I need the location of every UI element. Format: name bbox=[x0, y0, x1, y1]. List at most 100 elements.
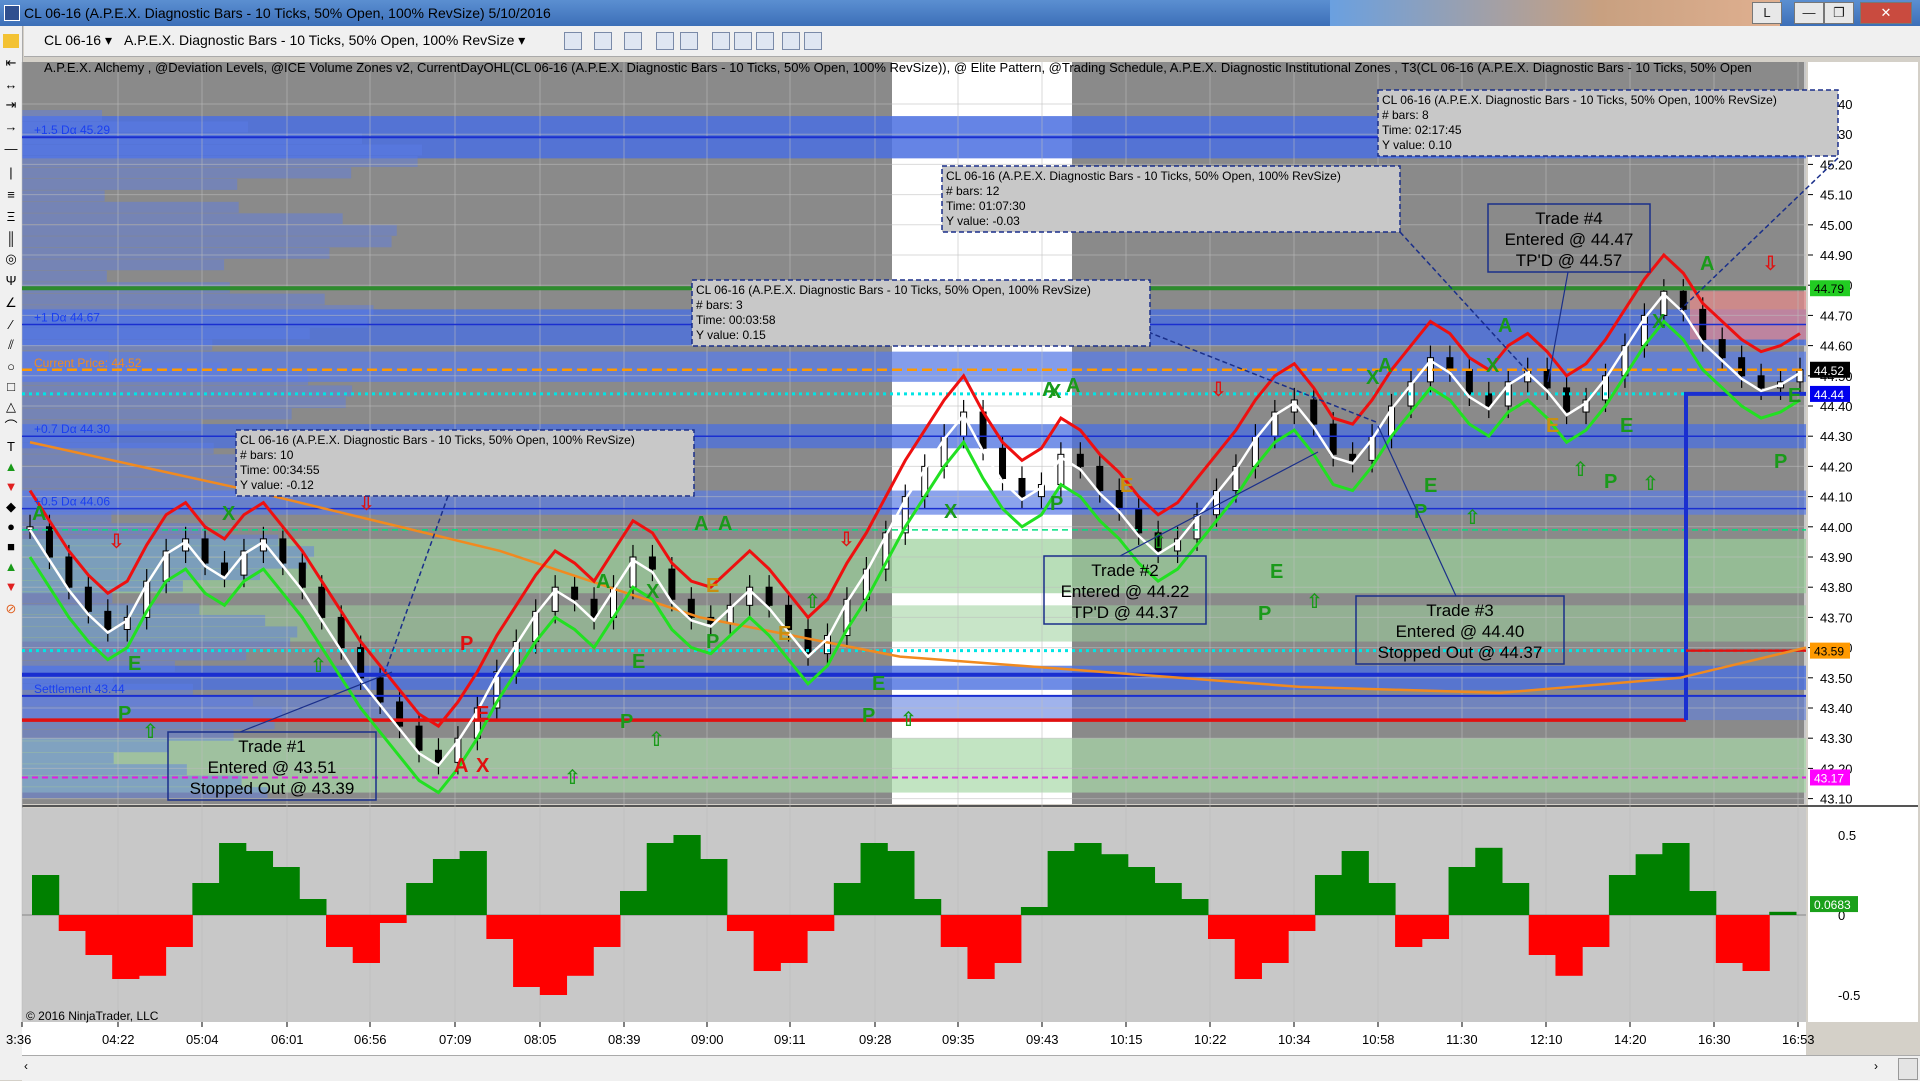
signal-letter[interactable]: X bbox=[1486, 355, 1500, 377]
oscillator-bar[interactable] bbox=[58, 915, 86, 931]
signal-letter[interactable]: E bbox=[778, 623, 791, 645]
price-bar-body[interactable] bbox=[104, 610, 112, 630]
price-bar-body[interactable] bbox=[1563, 387, 1571, 413]
oscillator-bar[interactable] bbox=[593, 915, 621, 947]
oscillator-bar[interactable] bbox=[1608, 875, 1637, 915]
signal-letter[interactable]: P bbox=[862, 705, 875, 727]
price-bar-body[interactable] bbox=[1757, 375, 1765, 389]
price-bar-body[interactable] bbox=[1465, 369, 1473, 395]
oscillator-bar[interactable] bbox=[940, 915, 968, 947]
price-bar-body[interactable] bbox=[396, 701, 404, 727]
oscillator-bar[interactable] bbox=[1020, 907, 1049, 915]
signal-letter[interactable]: E bbox=[1424, 475, 1437, 497]
oscillator-bar[interactable] bbox=[352, 915, 380, 963]
signal-letter[interactable]: P bbox=[1774, 451, 1787, 473]
oscillator-bar[interactable] bbox=[1074, 843, 1102, 915]
signal-letter[interactable]: P bbox=[118, 703, 131, 725]
oscillator-bar[interactable] bbox=[1582, 915, 1610, 947]
price-bar-body[interactable] bbox=[318, 586, 326, 618]
signal-letter[interactable]: E bbox=[1120, 475, 1133, 497]
oscillator-bar[interactable] bbox=[673, 835, 701, 915]
price-bar-body[interactable] bbox=[571, 586, 579, 600]
oscillator-bar[interactable] bbox=[1635, 854, 1663, 915]
price-bar-body[interactable] bbox=[999, 447, 1007, 479]
signal-letter[interactable]: P bbox=[1604, 471, 1617, 493]
oscillator-bar[interactable] bbox=[192, 883, 220, 915]
oscillator-bar[interactable] bbox=[406, 883, 434, 915]
oscillator-bar[interactable] bbox=[620, 891, 648, 915]
oscillator-bar[interactable] bbox=[700, 859, 728, 915]
oscillator-bar[interactable] bbox=[245, 851, 274, 915]
signal-letter[interactable]: A bbox=[1378, 355, 1392, 377]
price-bar-body[interactable] bbox=[1076, 453, 1084, 467]
oscillator-bar[interactable] bbox=[1341, 851, 1369, 915]
oscillator-bar[interactable] bbox=[860, 843, 888, 915]
oscillator-bar[interactable] bbox=[326, 915, 354, 947]
oscillator-bar[interactable] bbox=[807, 915, 835, 931]
price-bar-body[interactable] bbox=[648, 556, 656, 570]
price-bar-body[interactable] bbox=[415, 725, 423, 751]
oscillator-bar[interactable] bbox=[1395, 915, 1423, 947]
price-bar-body[interactable] bbox=[298, 562, 306, 588]
chart-canvas[interactable]: A XEPA XEPA XEPA AEEPA AXXEPPEEPAXEPAXE EPAXEP… bbox=[0, 0, 1920, 1080]
signal-letter[interactable]: A bbox=[1700, 253, 1714, 275]
oscillator-bar[interactable] bbox=[486, 915, 514, 939]
signal-letter[interactable]: X bbox=[476, 755, 490, 777]
price-bar-body[interactable] bbox=[1679, 290, 1687, 310]
signal-letter[interactable]: E bbox=[632, 651, 645, 673]
oscillator-bar[interactable] bbox=[165, 915, 193, 947]
scroll-right-icon[interactable]: › bbox=[1874, 1059, 1890, 1077]
signal-letter[interactable]: X bbox=[944, 501, 958, 523]
oscillator-bar[interactable] bbox=[967, 915, 995, 979]
price-bar-body[interactable] bbox=[1446, 357, 1454, 371]
price-bar-body[interactable] bbox=[45, 526, 53, 558]
oscillator-bar[interactable] bbox=[138, 915, 167, 976]
oscillator-bar[interactable] bbox=[1555, 915, 1583, 976]
oscillator-bar[interactable] bbox=[1047, 851, 1075, 915]
price-bar-body[interactable] bbox=[1738, 357, 1746, 377]
signal-letter[interactable]: A bbox=[718, 513, 732, 535]
oscillator-bar[interactable] bbox=[539, 915, 568, 995]
price-bar-body[interactable] bbox=[337, 616, 345, 649]
signal-letter[interactable]: E bbox=[1546, 415, 1559, 437]
signal-letter[interactable]: P bbox=[1050, 493, 1063, 515]
signal-letter[interactable]: P bbox=[460, 633, 473, 655]
signal-letter[interactable]: X bbox=[1652, 311, 1666, 333]
oscillator-bar[interactable] bbox=[914, 899, 942, 915]
oscillator-bar[interactable] bbox=[1742, 915, 1770, 971]
oscillator-bar[interactable] bbox=[1502, 883, 1530, 915]
oscillator-bar[interactable] bbox=[112, 915, 140, 979]
oscillator-bar[interactable] bbox=[1421, 915, 1450, 939]
signal-letter[interactable]: A bbox=[1498, 315, 1512, 337]
oscillator-bar[interactable] bbox=[646, 843, 674, 915]
oscillator-bar[interactable] bbox=[513, 915, 541, 987]
oscillator-bar[interactable] bbox=[1368, 883, 1396, 915]
oscillator-bar[interactable] bbox=[299, 899, 327, 915]
oscillator-bar[interactable] bbox=[432, 859, 461, 915]
price-bar-body[interactable] bbox=[279, 538, 287, 564]
signal-letter[interactable]: E bbox=[1270, 561, 1283, 583]
oscillator-bar[interactable] bbox=[32, 875, 60, 915]
price-bar-body[interactable] bbox=[1485, 393, 1493, 407]
oscillator-bar[interactable] bbox=[1288, 915, 1316, 931]
oscillator-bar[interactable] bbox=[1448, 867, 1476, 915]
price-bar-body[interactable] bbox=[65, 556, 73, 588]
signal-letter[interactable]: X bbox=[646, 581, 660, 603]
signal-letter[interactable]: E bbox=[1788, 385, 1801, 407]
price-bar-body[interactable] bbox=[1096, 465, 1104, 492]
oscillator-bar[interactable] bbox=[1475, 847, 1503, 915]
oscillator-bar[interactable] bbox=[1314, 875, 1343, 915]
oscillator-bar[interactable] bbox=[1662, 843, 1690, 915]
oscillator-bar[interactable] bbox=[780, 915, 808, 963]
oscillator-bar[interactable] bbox=[1689, 891, 1717, 915]
oscillator-bar[interactable] bbox=[1769, 911, 1797, 915]
scroll-left-icon[interactable]: ‹ bbox=[24, 1059, 40, 1077]
price-bar-body[interactable] bbox=[668, 568, 676, 600]
signal-letter[interactable]: P bbox=[706, 631, 719, 653]
signal-letter[interactable]: P bbox=[620, 711, 633, 733]
signal-letter[interactable]: E bbox=[872, 673, 885, 695]
price-bar-body[interactable] bbox=[221, 562, 229, 576]
price-bar-body[interactable] bbox=[590, 598, 598, 618]
price-bar-body[interactable] bbox=[201, 538, 209, 564]
signal-letter[interactable]: E bbox=[476, 703, 489, 725]
